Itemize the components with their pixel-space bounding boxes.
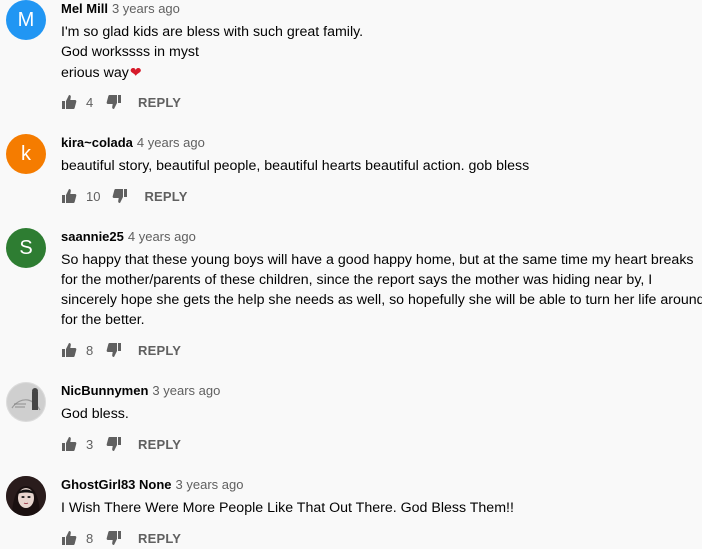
comment-text-line: I'm so glad kids are bless with such gre… xyxy=(61,24,364,40)
thumbs-up-icon[interactable] xyxy=(61,94,77,110)
avatar[interactable] xyxy=(6,476,46,516)
comment-timestamp[interactable]: 3 years ago xyxy=(112,1,180,16)
comment-text: I'm so glad kids are bless with such gre… xyxy=(61,22,694,83)
comment-actions: 8 REPLY xyxy=(61,528,181,548)
reply-button[interactable]: REPLY xyxy=(138,343,181,358)
comment-author[interactable]: NicBunnymen xyxy=(61,383,148,398)
avatar[interactable]: M xyxy=(6,0,46,40)
like-count: 10 xyxy=(86,188,101,204)
comment-author[interactable]: Mel Mill xyxy=(61,1,108,16)
avatar-letter: k xyxy=(21,142,31,165)
like-count: 4 xyxy=(86,94,94,110)
like-count: 3 xyxy=(86,436,94,452)
comment-text-line: for the mother/parents of these children… xyxy=(61,272,653,288)
thumbs-up-icon[interactable] xyxy=(61,530,77,546)
thumbs-down-icon[interactable] xyxy=(106,342,122,358)
comment-text: So happy that these young boys will have… xyxy=(61,250,702,330)
comment-actions: 4 REPLY xyxy=(61,92,181,112)
reply-button[interactable]: REPLY xyxy=(138,531,181,546)
thumbs-down-icon[interactable] xyxy=(112,188,128,204)
comment-text-line: God bless. xyxy=(61,406,129,422)
like-count: 8 xyxy=(86,342,94,358)
comment-timestamp[interactable]: 3 years ago xyxy=(176,477,244,492)
comment-timestamp[interactable]: 4 years ago xyxy=(128,229,196,244)
thumbs-down-icon[interactable] xyxy=(106,94,122,110)
avatar-letter: M xyxy=(17,8,35,31)
avatar[interactable] xyxy=(6,382,46,422)
avatar-image xyxy=(6,382,46,422)
comment-timestamp[interactable]: 4 years ago xyxy=(137,135,205,150)
comment-author[interactable]: saannie25 xyxy=(61,229,124,244)
comment-text-line: erious way❤ xyxy=(61,64,142,81)
like-count: 8 xyxy=(86,530,94,546)
reply-button[interactable]: REPLY xyxy=(144,189,187,204)
avatar-letter: S xyxy=(19,236,33,259)
avatar[interactable]: k xyxy=(6,134,46,174)
thumbs-up-icon[interactable] xyxy=(61,188,77,204)
thumbs-down-icon[interactable] xyxy=(106,436,122,452)
comment-actions: 8 REPLY xyxy=(61,340,181,360)
comment-text-line: for the better. xyxy=(61,312,145,328)
comment-text-line: So happy that these young boys will have… xyxy=(61,252,694,268)
comment-actions: 10 REPLY xyxy=(61,186,188,206)
comment-text-line: God workssss in myst xyxy=(61,44,199,60)
comment-actions: 3 REPLY xyxy=(61,434,181,454)
thumbs-up-icon[interactable] xyxy=(61,436,77,452)
thumbs-up-icon[interactable] xyxy=(61,342,77,358)
reply-button[interactable]: REPLY xyxy=(138,437,181,452)
reply-button[interactable]: REPLY xyxy=(138,95,181,110)
avatar-image xyxy=(6,476,46,516)
comment-text: beautiful story, beautiful people, beaut… xyxy=(61,156,694,176)
comment-author[interactable]: GhostGirl83 None xyxy=(61,477,172,492)
comment-text-line: I Wish There Were More People Like That … xyxy=(61,500,514,516)
thumbs-down-icon[interactable] xyxy=(106,530,122,546)
comment-text-line: beautiful story, beautiful people, beaut… xyxy=(61,158,530,174)
red-heart-emoji: ❤ xyxy=(129,64,142,80)
comment-text-line: sincerely hope she gets the help she nee… xyxy=(61,292,702,308)
comment-timestamp[interactable]: 3 years ago xyxy=(152,383,220,398)
avatar[interactable]: S xyxy=(6,228,46,268)
comment-text: God bless. xyxy=(61,404,694,424)
comment-author[interactable]: kira~colada xyxy=(61,135,133,150)
comment-text: I Wish There Were More People Like That … xyxy=(61,498,694,518)
